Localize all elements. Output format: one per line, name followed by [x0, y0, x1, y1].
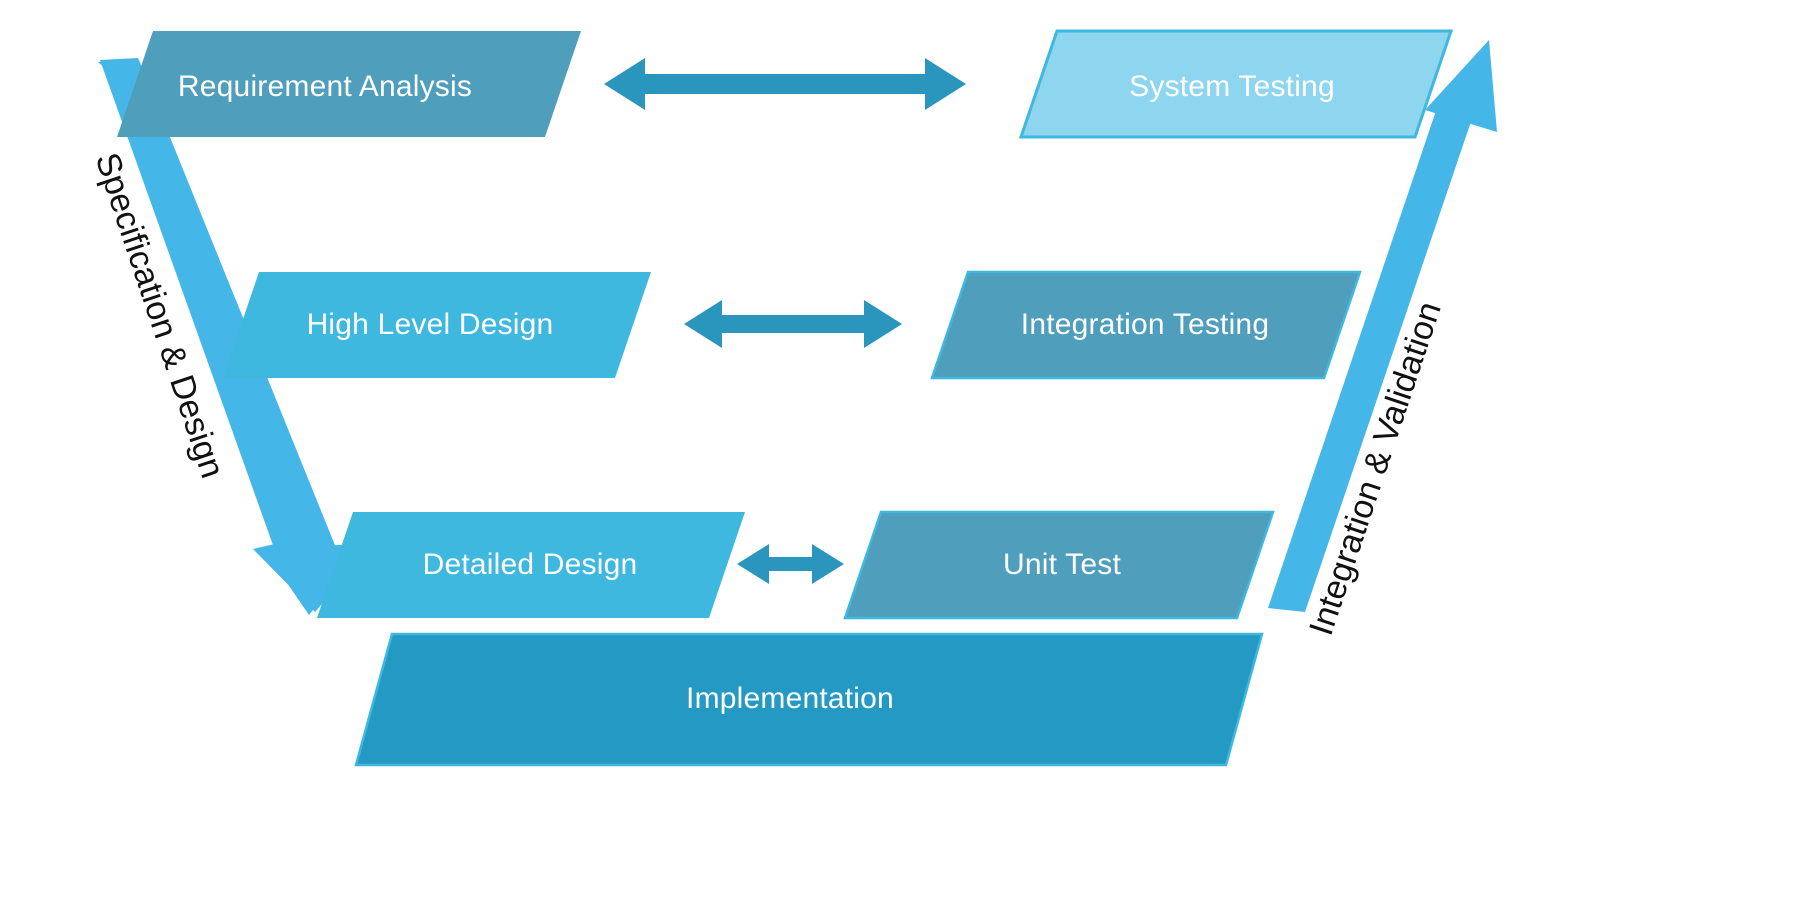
- detailed-design-box[interactable]: [317, 512, 745, 618]
- implementation-box[interactable]: [354, 632, 1264, 767]
- unit-test-box[interactable]: [843, 510, 1275, 620]
- level-3-connector-arrow[interactable]: [737, 544, 844, 584]
- v-model-diagram-canvas: Requirement Analysis System Testing High…: [0, 0, 1800, 916]
- level-1-connector-arrow[interactable]: [604, 58, 966, 110]
- system-testing-box[interactable]: [1018, 29, 1454, 139]
- level-2-connector-arrow[interactable]: [684, 300, 902, 348]
- diagram-shapes: [98, 29, 1497, 767]
- high-level-design-box[interactable]: [223, 272, 651, 378]
- requirement-analysis-box[interactable]: [117, 31, 581, 137]
- integration-testing-box[interactable]: [930, 270, 1362, 380]
